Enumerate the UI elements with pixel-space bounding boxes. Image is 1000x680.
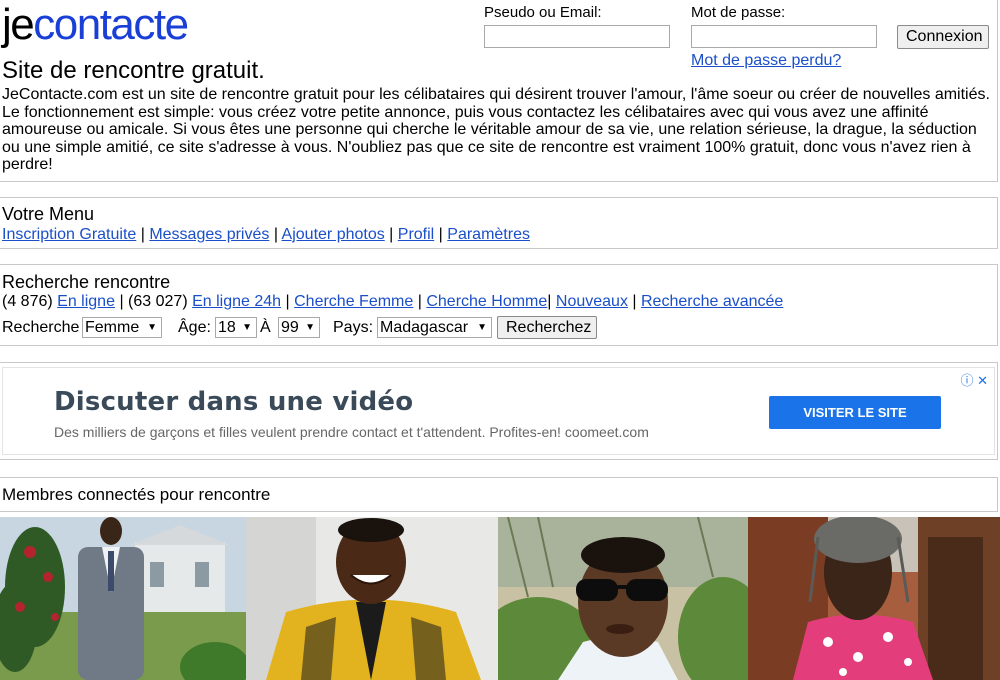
member-photo[interactable] <box>246 517 498 680</box>
ad-banner[interactable]: Discuter dans une vidéo Des milliers de … <box>2 367 995 455</box>
close-icon[interactable]: ✕ <box>977 373 988 388</box>
menu-item-inscription[interactable]: Inscription Gratuite <box>2 226 136 243</box>
username-input[interactable] <box>484 25 670 48</box>
menu-title: Votre Menu <box>2 204 95 224</box>
chevron-down-icon: ▼ <box>147 322 157 333</box>
country-select[interactable]: Madagascar ▼ <box>377 317 492 338</box>
ad-subtitle: Des milliers de garçons et filles veulen… <box>54 424 649 440</box>
ad-visit-button[interactable]: VISITER LE SITE <box>769 396 941 429</box>
member-photo[interactable] <box>498 517 748 680</box>
age-max-select[interactable]: 99 ▼ <box>278 317 320 338</box>
search-button[interactable]: Recherchez <box>497 316 597 339</box>
chevron-down-icon: ▼ <box>477 322 487 333</box>
menu-item-photos[interactable]: Ajouter photos <box>282 226 385 243</box>
members-section: Membres connectés pour rencontre <box>0 477 998 512</box>
advanced-search-link[interactable]: Recherche avancée <box>641 293 783 310</box>
site-tagline: Site de rencontre gratuit. <box>2 57 265 84</box>
site-intro-text: JeContacte.com est un site de rencontre … <box>2 86 990 173</box>
password-input[interactable] <box>691 25 877 48</box>
member-photo[interactable] <box>0 517 246 680</box>
ad-title: Discuter dans une vidéo <box>54 387 414 417</box>
gender-select[interactable]: Femme ▼ <box>82 317 162 338</box>
member-photo[interactable] <box>748 517 1000 680</box>
online-link[interactable]: En ligne <box>57 293 115 310</box>
search-title: Recherche rencontre <box>2 272 171 292</box>
online24-link[interactable]: En ligne 24h <box>192 293 281 310</box>
search-label: Recherche <box>2 319 80 336</box>
search-section: Recherche rencontre (4 876) En ligne | (… <box>0 264 998 346</box>
menu-item-profil[interactable]: Profil <box>398 226 434 243</box>
login-button[interactable]: Connexion <box>897 25 989 49</box>
new-members-link[interactable]: Nouveaux <box>556 293 628 310</box>
online-count: (4 876) <box>2 293 53 310</box>
member-photos <box>0 517 1000 680</box>
chevron-down-icon: ▼ <box>305 322 315 333</box>
age-label: Âge: <box>178 319 211 336</box>
info-icon[interactable]: ⓘ <box>960 373 973 388</box>
password-label: Mot de passe: <box>691 4 786 21</box>
online24-count: (63 027) <box>128 293 188 310</box>
lost-password-link[interactable]: Mot de passe perdu? <box>691 52 841 70</box>
search-men-link[interactable]: Cherche Homme <box>426 293 547 310</box>
search-women-link[interactable]: Cherche Femme <box>294 293 413 310</box>
site-logo[interactable]: jecontacte <box>2 0 189 54</box>
age-min-select[interactable]: 18 ▼ <box>215 317 257 338</box>
ad-section: Discuter dans une vidéo Des milliers de … <box>0 362 998 460</box>
menu-item-parametres[interactable]: Paramètres <box>447 226 530 243</box>
search-quick-links: (4 876) En ligne | (63 027) En ligne 24h… <box>2 293 784 310</box>
site-header: jecontacte Site de rencontre gratuit. Je… <box>0 0 998 182</box>
age-separator: À <box>260 319 271 336</box>
country-label: Pays: <box>333 319 374 336</box>
menu-item-messages[interactable]: Messages privés <box>149 226 269 243</box>
ad-controls: ⓘ ✕ <box>960 370 988 389</box>
user-menu-section: Votre Menu Inscription Gratuite | Messag… <box>0 197 998 249</box>
members-title: Membres connectés pour rencontre <box>2 485 271 504</box>
username-label: Pseudo ou Email: <box>484 4 602 21</box>
chevron-down-icon: ▼ <box>242 322 252 333</box>
menu-links: Inscription Gratuite | Messages privés |… <box>2 226 530 243</box>
